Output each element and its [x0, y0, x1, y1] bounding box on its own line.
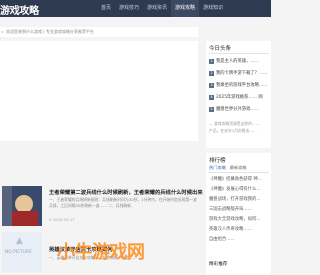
rank-item[interactable]: 《神魔》招募角色获得 神… [209, 176, 262, 182]
headline-item[interactable]: 2 我的卡牌手游下载了？…… [209, 70, 268, 76]
headline-item[interactable]: 1 我是主人的英雄，…… [209, 58, 259, 64]
panel-title: 今日头条 [209, 46, 232, 52]
nav-knowledge[interactable]: 游戏知识 [199, 0, 227, 17]
divider [209, 172, 269, 173]
headline-excerpt: — 游戏攻略资源是这样的…… [209, 121, 260, 126]
nav-guides[interactable]: 游戏攻略 [171, 0, 200, 17]
rank-item[interactable]: 英雄汉人传奇攻略…… [209, 226, 252, 232]
article-date: 0 2025-09-17 [49, 217, 75, 222]
article-thumbnail[interactable] [2, 186, 42, 226]
headline-item[interactable]: 4 2025年游戏推荐…… 网 [209, 94, 263, 100]
rank-item[interactable]: 自由组合…… [209, 236, 235, 242]
image-icon: ▲ [16, 236, 23, 246]
rank-item[interactable]: 游戏大全游戏攻略，如何… [209, 216, 261, 222]
featured-banner[interactable] [0, 41, 198, 141]
tab-hot[interactable]: 热门攻略 [209, 165, 226, 171]
headline-excerpt: 产品，在去年3月份推出…… [209, 128, 257, 133]
article-summary: 一、王者荣耀的兵线刷新规则：兵线刷新时间为30秒，1分钟内，在开始时会出现第一波… [49, 197, 197, 208]
article-title[interactable]: 王者荣耀第二波兵线什么时候刷新，王者荣耀的兵线什么时候出来 [49, 188, 203, 196]
notice-bar: ◂ 欢迎您来到什么游戏 | 专业游戏攻略分享推荐平台 [0, 27, 198, 37]
top-navbar: 游戏攻略 首页 游戏技巧 游戏资讯 游戏攻略 游戏知识 [0, 0, 271, 17]
site-logo[interactable]: 游戏攻略 [0, 2, 39, 17]
rank-item[interactable]: 三国志战略版开局…… [209, 206, 252, 212]
nav-home[interactable]: 首页 [97, 0, 115, 17]
notice-text: 欢迎您来到什么游戏 | 专业游戏攻略分享推荐平台 [6, 29, 94, 34]
nav-news[interactable]: 游戏资讯 [143, 0, 171, 17]
speaker-icon: ◂ [1, 29, 4, 34]
ranking-panel: 排行榜 热门攻略 最新攻略 《神魔》招募角色获得 神… 《神魔》发展心得有什么…… [206, 153, 271, 275]
tab-latest[interactable]: 最新攻略 [230, 165, 247, 171]
today-headlines-panel: 今日头条 1 我是主人的英雄，…… 2 我的卡牌手游下载了？…… 3 我乘坐的游戏平台… [206, 41, 271, 148]
no-picture-label: NO PICTURE [5, 250, 32, 255]
rank-item[interactable]: 《神魔》发展心得有什么… [209, 186, 261, 192]
rank-item[interactable]: 魔兽战场，打开游戏我的… [209, 196, 261, 202]
headline-item[interactable]: 5 魔兽世界分外游戏…… [209, 106, 259, 112]
main-nav: 首页 游戏技巧 游戏资讯 游戏攻略 游戏知识 [97, 0, 227, 17]
divider [209, 53, 269, 54]
panel-title: 排行榜 [209, 158, 226, 164]
panel-title: 精彩推荐 [209, 262, 228, 267]
watermark-logo: 小牛游戏网 [57, 242, 145, 263]
headline-item[interactable]: 3 我乘坐的游戏平台攻略…… [209, 82, 268, 88]
article-thumbnail-placeholder[interactable]: NO PICTURE ▲ [2, 232, 42, 272]
nav-tips[interactable]: 游戏技巧 [115, 0, 143, 17]
rank-tabs: 热门攻略 最新攻略 [209, 165, 247, 171]
